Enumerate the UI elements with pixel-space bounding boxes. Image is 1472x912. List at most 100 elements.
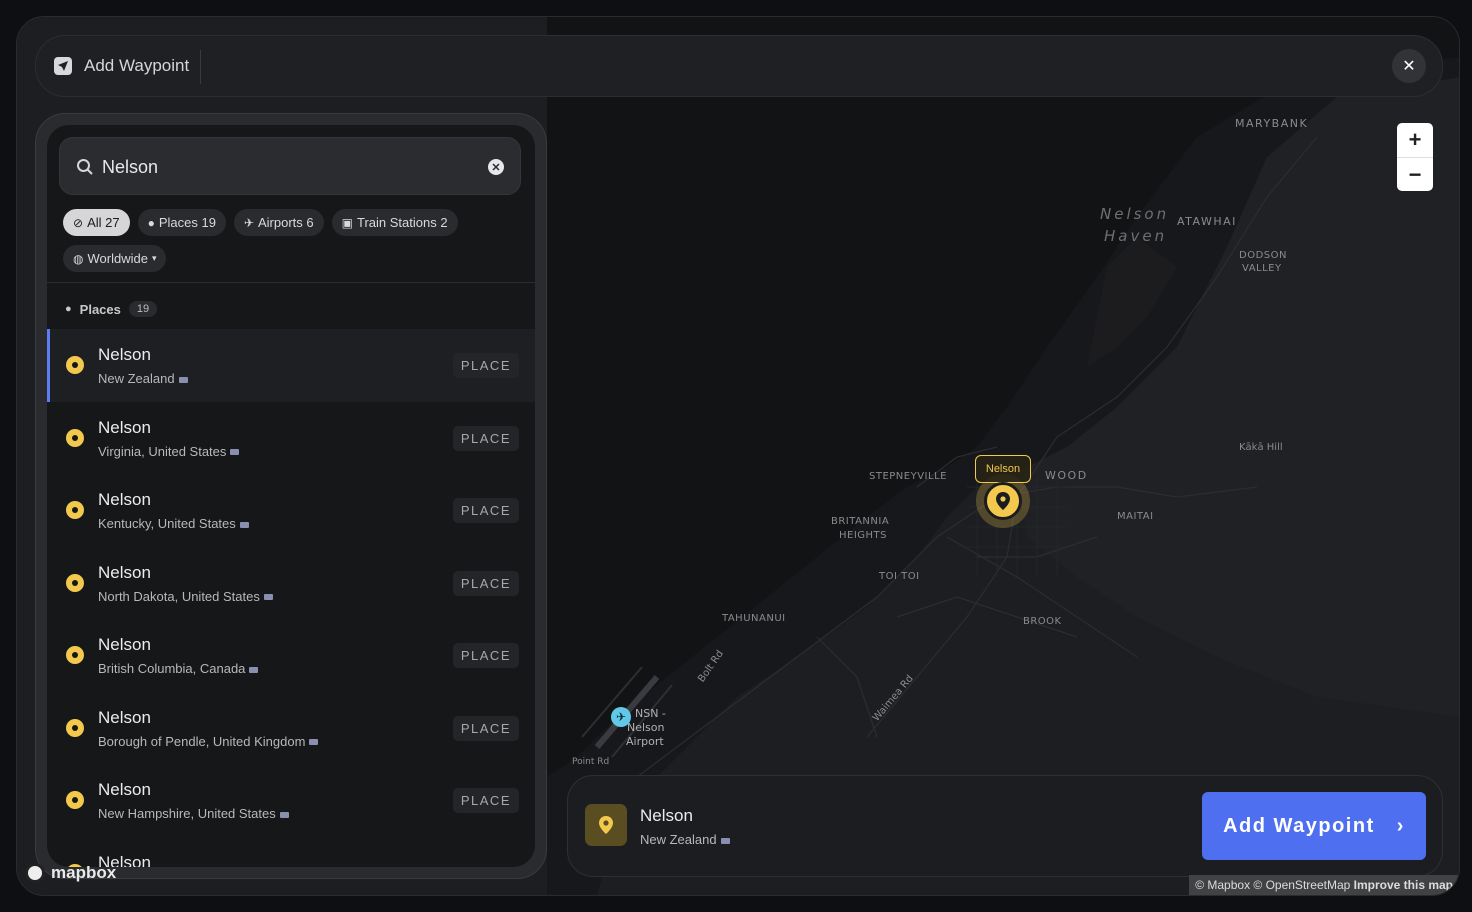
search-input[interactable] — [102, 152, 462, 182]
location-pin-icon — [66, 428, 84, 447]
map-label-haven-2: Haven — [1104, 227, 1168, 245]
result-location-text: Kentucky, United States — [98, 516, 236, 531]
list-item[interactable]: Nelson New Zealand PLACE — [47, 329, 535, 402]
zoom-control: + − — [1397, 123, 1433, 191]
plane-icon: ✈ — [243, 215, 254, 230]
filter-chip-label: All 27 — [87, 215, 120, 230]
result-location-text: British Columbia, Canada — [98, 661, 246, 676]
list-item[interactable]: Nelson New Hampshire, United States PLAC… — [47, 764, 535, 837]
flag-icon — [230, 449, 240, 456]
flag-icon — [720, 837, 730, 844]
location-pin-icon — [66, 718, 84, 737]
map-label-airport-3: Airport — [626, 735, 664, 748]
selected-location-text: New Zealand — [640, 832, 717, 847]
result-type-badge: PLACE — [452, 715, 519, 741]
result-location: Kentucky, United States — [98, 516, 249, 531]
pin-icon: ● — [147, 215, 155, 230]
map-label-airport-1: NSN - — [635, 707, 666, 720]
globe-icon: ◍ — [73, 251, 84, 266]
result-location-text: New Hampshire, United States — [98, 806, 276, 821]
list-item[interactable]: Nelson Virginia, United States PLACE — [47, 402, 535, 475]
selection-bar: Nelson New Zealand Add Waypoint › — [567, 775, 1443, 877]
map-label-wood: WOOD — [1045, 469, 1088, 482]
location-pin-icon — [66, 573, 84, 592]
map-label-atawhai: ATAWHAI — [1177, 215, 1237, 228]
result-name: Nelson — [98, 635, 151, 654]
add-waypoint-label: Add Waypoint — [1223, 814, 1375, 837]
zoom-out-button[interactable]: − — [1397, 158, 1433, 191]
filter-chips: ⊘ All 27 ● Places 19 ✈ Airports 6 ▣ Trai… — [63, 209, 458, 236]
filter-chip-label: Train Stations 2 — [356, 215, 448, 230]
map-attribution: © Mapbox © OpenStreetMap Improve this ma… — [1189, 875, 1459, 895]
map-label-marybank: MARYBANK — [1235, 117, 1309, 130]
map-label-kaka-hill: Kākā Hill — [1239, 442, 1283, 453]
result-location: New Zealand — [98, 371, 188, 386]
filter-chip-places[interactable]: ● Places 19 — [137, 209, 226, 236]
filter-chip-label: Places 19 — [158, 215, 216, 230]
section-count-badge: 19 — [128, 301, 158, 317]
result-type-badge: PLACE — [452, 425, 519, 451]
result-location-text: North Dakota, United States — [98, 588, 260, 604]
marker-label: Nelson — [975, 455, 1031, 483]
search-panel-inner: ✕ ⊘ All 27 ● Places 19 ✈ Airports 6 ▣ Tr… — [47, 125, 535, 867]
attribution-text[interactable]: © Mapbox © OpenStreetMap — [1195, 878, 1350, 892]
list-item[interactable]: Nelson North Dakota, United States PLACE — [47, 547, 535, 620]
improve-map-link[interactable]: Improve this map — [1354, 878, 1453, 892]
flag-icon — [178, 376, 188, 383]
dialog-header: Add Waypoint ✕ — [35, 35, 1443, 97]
map-label-airport-2: Nelson — [627, 721, 665, 734]
list-item[interactable]: Nelson Borough of Pendle, United Kingdom… — [47, 692, 535, 765]
result-type-badge: PLACE — [452, 570, 519, 596]
map-label-haven-1: Nelson — [1100, 205, 1170, 223]
result-location-text: Borough of Pendle, United Kingdom — [98, 733, 306, 749]
location-pin-icon — [66, 356, 84, 374]
search-icon — [77, 159, 93, 175]
result-location: British Columbia, Canada — [98, 661, 259, 676]
filter-chip-airports[interactable]: ✈ Airports 6 — [233, 209, 324, 236]
search-panel: ✕ ⊘ All 27 ● Places 19 ✈ Airports 6 ▣ Tr… — [35, 113, 547, 879]
add-waypoint-button[interactable]: Add Waypoint › — [1202, 792, 1426, 860]
results-list: Nelson New Zealand PLACE Nelson Virginia… — [47, 329, 535, 867]
location-pin-icon — [66, 646, 84, 664]
send-icon — [54, 57, 72, 75]
search-box: ✕ — [59, 137, 521, 195]
chevron-down-icon: ▾ — [151, 253, 157, 263]
map-label-point-rd: Point Rd — [572, 757, 610, 767]
location-pin-icon — [66, 501, 84, 519]
filter-divider — [47, 282, 535, 283]
mapbox-logo[interactable]: mapbox — [25, 863, 116, 883]
compass-icon: ⊘ — [73, 215, 84, 230]
list-item[interactable]: Nelson Kentucky, United States PLACE — [47, 474, 535, 547]
selected-pin-icon — [585, 804, 627, 846]
result-type-badge: PLACE — [452, 353, 519, 378]
header-divider — [200, 50, 201, 84]
result-name: Nelson — [98, 490, 151, 509]
pin-icon: ● — [65, 303, 72, 315]
result-type-badge: PLACE — [452, 498, 519, 523]
map-pin-icon — [984, 482, 1022, 520]
clear-search-icon[interactable]: ✕ — [488, 159, 504, 175]
zoom-in-button[interactable]: + — [1397, 123, 1433, 157]
filter-chip-train-stations[interactable]: ▣ Train Stations 2 — [331, 209, 458, 236]
result-name: Nelson — [98, 417, 151, 437]
list-item[interactable]: Nelson — [47, 837, 535, 867]
selected-name: Nelson — [640, 806, 693, 825]
waypoint-dialog: MARYBANK Nelson Haven ATAWHAI DODSON VAL… — [16, 16, 1460, 896]
flag-icon — [239, 521, 249, 528]
map-label-stepneyville: STEPNEYVILLE — [869, 471, 947, 482]
result-location: North Dakota, United States — [98, 589, 273, 604]
list-item[interactable]: Nelson British Columbia, Canada PLACE — [47, 619, 535, 692]
map-label-brook: BROOK — [1023, 616, 1062, 627]
filter-chip-all[interactable]: ⊘ All 27 — [63, 209, 130, 236]
result-location: Borough of Pendle, United Kingdom — [98, 733, 319, 749]
result-location-text: Virginia, United States — [98, 443, 227, 459]
map-label-dodson-2: VALLEY — [1242, 263, 1282, 274]
train-icon: ▣ — [341, 215, 353, 230]
scope-dropdown[interactable]: ◍ Worldwide ▾ — [63, 245, 167, 272]
result-location: Virginia, United States — [98, 443, 240, 459]
section-title: Places — [79, 301, 121, 317]
result-type-badge: PLACE — [452, 788, 519, 813]
close-button[interactable]: ✕ — [1392, 49, 1426, 83]
airport-icon[interactable]: ✈ — [611, 707, 631, 727]
map-label-britannia-1: BRITANNIA — [831, 516, 890, 527]
